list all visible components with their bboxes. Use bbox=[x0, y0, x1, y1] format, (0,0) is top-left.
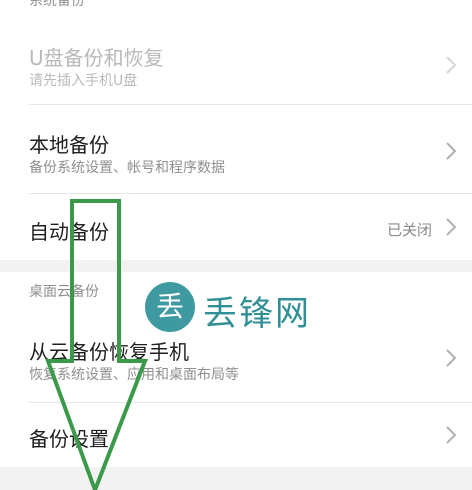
backup-settings-title: 备份设置 bbox=[29, 427, 109, 451]
section-gap bbox=[0, 260, 472, 272]
auto-backup-row[interactable]: 自动备份 已关闭 bbox=[0, 194, 472, 260]
auto-backup-status: 已关闭 bbox=[386, 221, 432, 239]
chevron-right-icon bbox=[446, 349, 457, 367]
usb-backup-subtitle: 请先插入手机U盘 bbox=[29, 73, 138, 89]
restore-from-cloud-row[interactable]: 从云备份恢复手机 恢复系统设置、应用和桌面布局等 bbox=[0, 316, 472, 402]
restore-from-cloud-subtitle: 恢复系统设置、应用和桌面布局等 bbox=[29, 367, 239, 383]
chevron-right-icon bbox=[446, 218, 457, 236]
local-backup-row[interactable]: 本地备份 备份系统设置、帐号和程序数据 bbox=[0, 105, 472, 193]
backup-settings-row[interactable]: 备份设置 bbox=[0, 403, 472, 467]
local-backup-subtitle: 备份系统设置、帐号和程序数据 bbox=[29, 160, 225, 176]
usb-backup-row[interactable]: U盘备份和恢复 请先插入手机U盘 bbox=[0, 20, 472, 104]
chevron-right-icon bbox=[446, 142, 457, 160]
usb-backup-title: U盘备份和恢复 bbox=[29, 46, 164, 70]
chevron-right-icon bbox=[446, 426, 457, 444]
local-backup-title: 本地备份 bbox=[29, 133, 109, 157]
section-header-label: 系统备份 bbox=[29, 0, 85, 9]
chevron-right-icon bbox=[446, 56, 457, 74]
section-header-label: 桌面云备份 bbox=[29, 284, 99, 300]
section-gap bbox=[0, 467, 472, 490]
section-header-system-backup: 系统备份 bbox=[0, 0, 472, 14]
section-header-cloud-backup: 桌面云备份 bbox=[0, 272, 472, 312]
restore-from-cloud-title: 从云备份恢复手机 bbox=[29, 340, 189, 364]
auto-backup-title: 自动备份 bbox=[29, 220, 109, 244]
